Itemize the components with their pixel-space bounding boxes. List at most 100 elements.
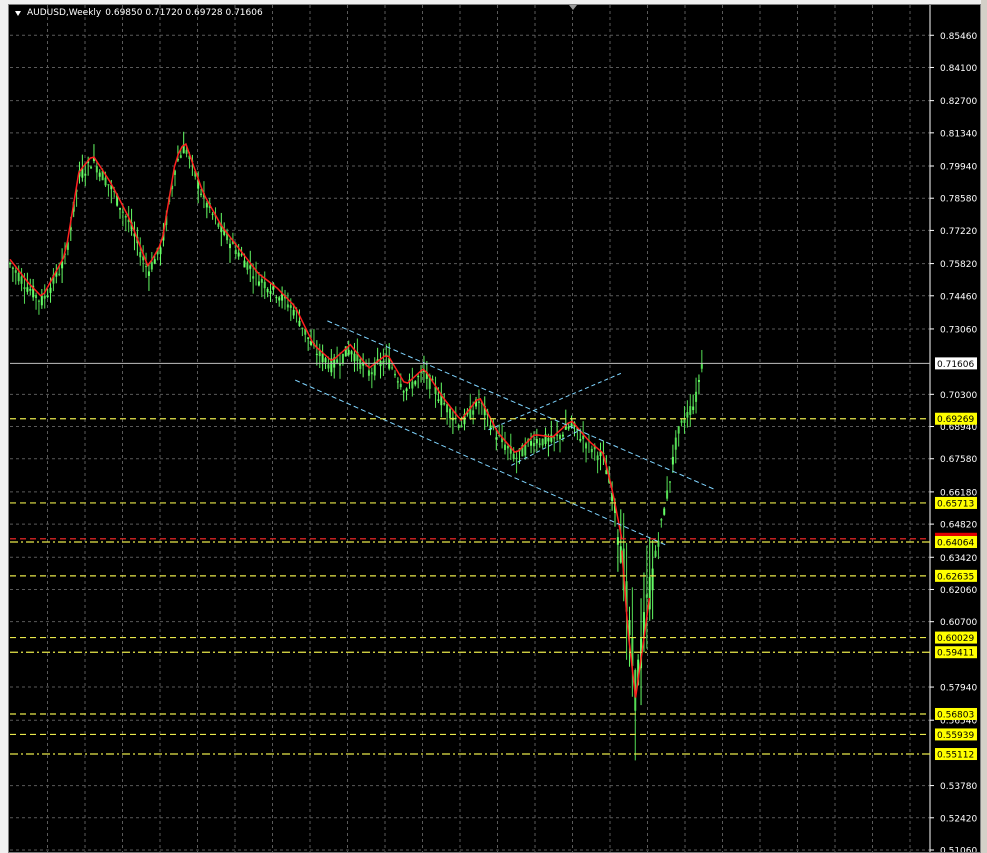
y-axis-tick-label: 0.78580	[940, 195, 977, 205]
candle-body	[17, 272, 20, 282]
candle-body	[104, 177, 107, 186]
candle-body	[266, 289, 269, 293]
candle-body	[396, 381, 399, 383]
price-chart[interactable]: 0.85460 0.84100 0.82700 0.81340 0.79940 0.785…	[9, 5, 980, 852]
candle-body	[228, 243, 231, 249]
candle-body	[391, 367, 394, 369]
candle-body	[532, 442, 535, 447]
candle-body	[680, 420, 683, 423]
symbol-info: AUDUSD,Weekly 0.69850 0.71720 0.69728 0.…	[15, 8, 263, 18]
candle-body	[405, 388, 408, 392]
candle-body	[246, 262, 249, 270]
candle-body	[558, 434, 561, 440]
chart-shift-marker-icon[interactable]	[569, 5, 577, 10]
candle-body	[437, 399, 440, 402]
candle-body	[692, 406, 695, 411]
candle-body	[338, 363, 341, 366]
candle-body	[315, 353, 318, 356]
y-axis-tick-label: 0.75820	[940, 260, 977, 270]
candle-body	[561, 434, 564, 437]
candle-body	[124, 216, 127, 218]
moving-average-line	[9, 142, 623, 539]
candle-body	[321, 353, 324, 363]
candle-body	[26, 287, 29, 292]
candle-body	[695, 391, 698, 402]
candle-body	[382, 360, 385, 365]
candle-body	[269, 291, 272, 294]
candle-body	[700, 363, 703, 369]
y-axis-tick-label: 0.52420	[940, 814, 977, 824]
candle-body	[446, 404, 449, 413]
y-axis-tick-label: 0.66180	[940, 488, 977, 498]
candle-body	[686, 411, 689, 418]
candle-body	[550, 434, 553, 442]
candle-body	[11, 267, 14, 269]
y-axis-tick-label: 0.57940	[940, 684, 977, 694]
candle-body	[98, 172, 101, 177]
candle-body	[139, 252, 142, 258]
candle-body	[292, 309, 295, 316]
window-edge	[981, 0, 987, 853]
candle-body	[668, 481, 671, 483]
candle-body	[411, 381, 414, 389]
candle-body	[683, 419, 686, 424]
level-price-label: 0.69269	[937, 415, 974, 425]
candle-body	[260, 279, 263, 283]
level-price-label: 0.55939	[937, 731, 974, 741]
candle-body	[654, 550, 657, 557]
candle-body	[29, 288, 32, 291]
candle-body	[20, 276, 23, 284]
candle-body	[90, 166, 93, 169]
candle-body	[211, 213, 214, 215]
candle-body	[689, 406, 692, 415]
candle-body	[43, 295, 46, 299]
current-price-label: 0.71606	[937, 360, 974, 370]
candle-body	[249, 265, 252, 269]
collapse-triangle-icon[interactable]	[15, 10, 21, 16]
level-price-label: 0.60029	[937, 634, 974, 644]
candle-body	[58, 273, 61, 275]
candle-body	[556, 434, 559, 436]
candle-body	[472, 410, 475, 415]
chart-window[interactable]: 0.85460 0.84100 0.82700 0.81340 0.79940 0.785…	[8, 4, 981, 853]
y-axis-tick-label: 0.67580	[940, 455, 977, 465]
y-axis-tick-label: 0.73060	[940, 325, 977, 335]
candle-body	[324, 358, 327, 363]
candle-body	[147, 271, 150, 276]
candle-body	[663, 508, 666, 515]
y-axis-tick-label: 0.51060	[940, 847, 977, 853]
candle-body	[530, 441, 533, 446]
candle-body	[547, 437, 550, 442]
y-axis-tick-label: 0.79940	[940, 163, 977, 173]
candle-body	[153, 259, 156, 264]
candle-body	[448, 408, 451, 419]
candle-body	[35, 294, 38, 299]
level-price-label: 0.55112	[937, 751, 974, 761]
candle-body	[275, 297, 278, 299]
channel-line-inner[interactable]	[488, 372, 622, 431]
candle-body	[443, 403, 446, 405]
candle-body	[159, 247, 162, 255]
y-axis-tick-label: 0.81340	[940, 129, 977, 139]
candle-body	[697, 380, 700, 382]
candle-body	[237, 252, 240, 257]
candle-body	[107, 184, 110, 186]
candle-body	[298, 320, 301, 326]
candle-body	[666, 490, 669, 499]
candle-body	[460, 425, 463, 428]
candle-body	[49, 287, 52, 293]
candle-body	[118, 208, 121, 210]
candle-body	[570, 423, 573, 426]
candle-body	[84, 173, 87, 176]
candle-body	[336, 359, 339, 363]
candle-body	[289, 305, 292, 308]
candle-body	[185, 150, 188, 154]
candle-body	[205, 203, 208, 208]
candle-body	[553, 437, 556, 439]
candle-body	[596, 455, 599, 461]
candle-body	[23, 287, 26, 290]
candle-body	[243, 260, 246, 268]
candle-body	[645, 594, 648, 598]
candle-body	[347, 349, 350, 355]
candle-body	[541, 438, 544, 446]
